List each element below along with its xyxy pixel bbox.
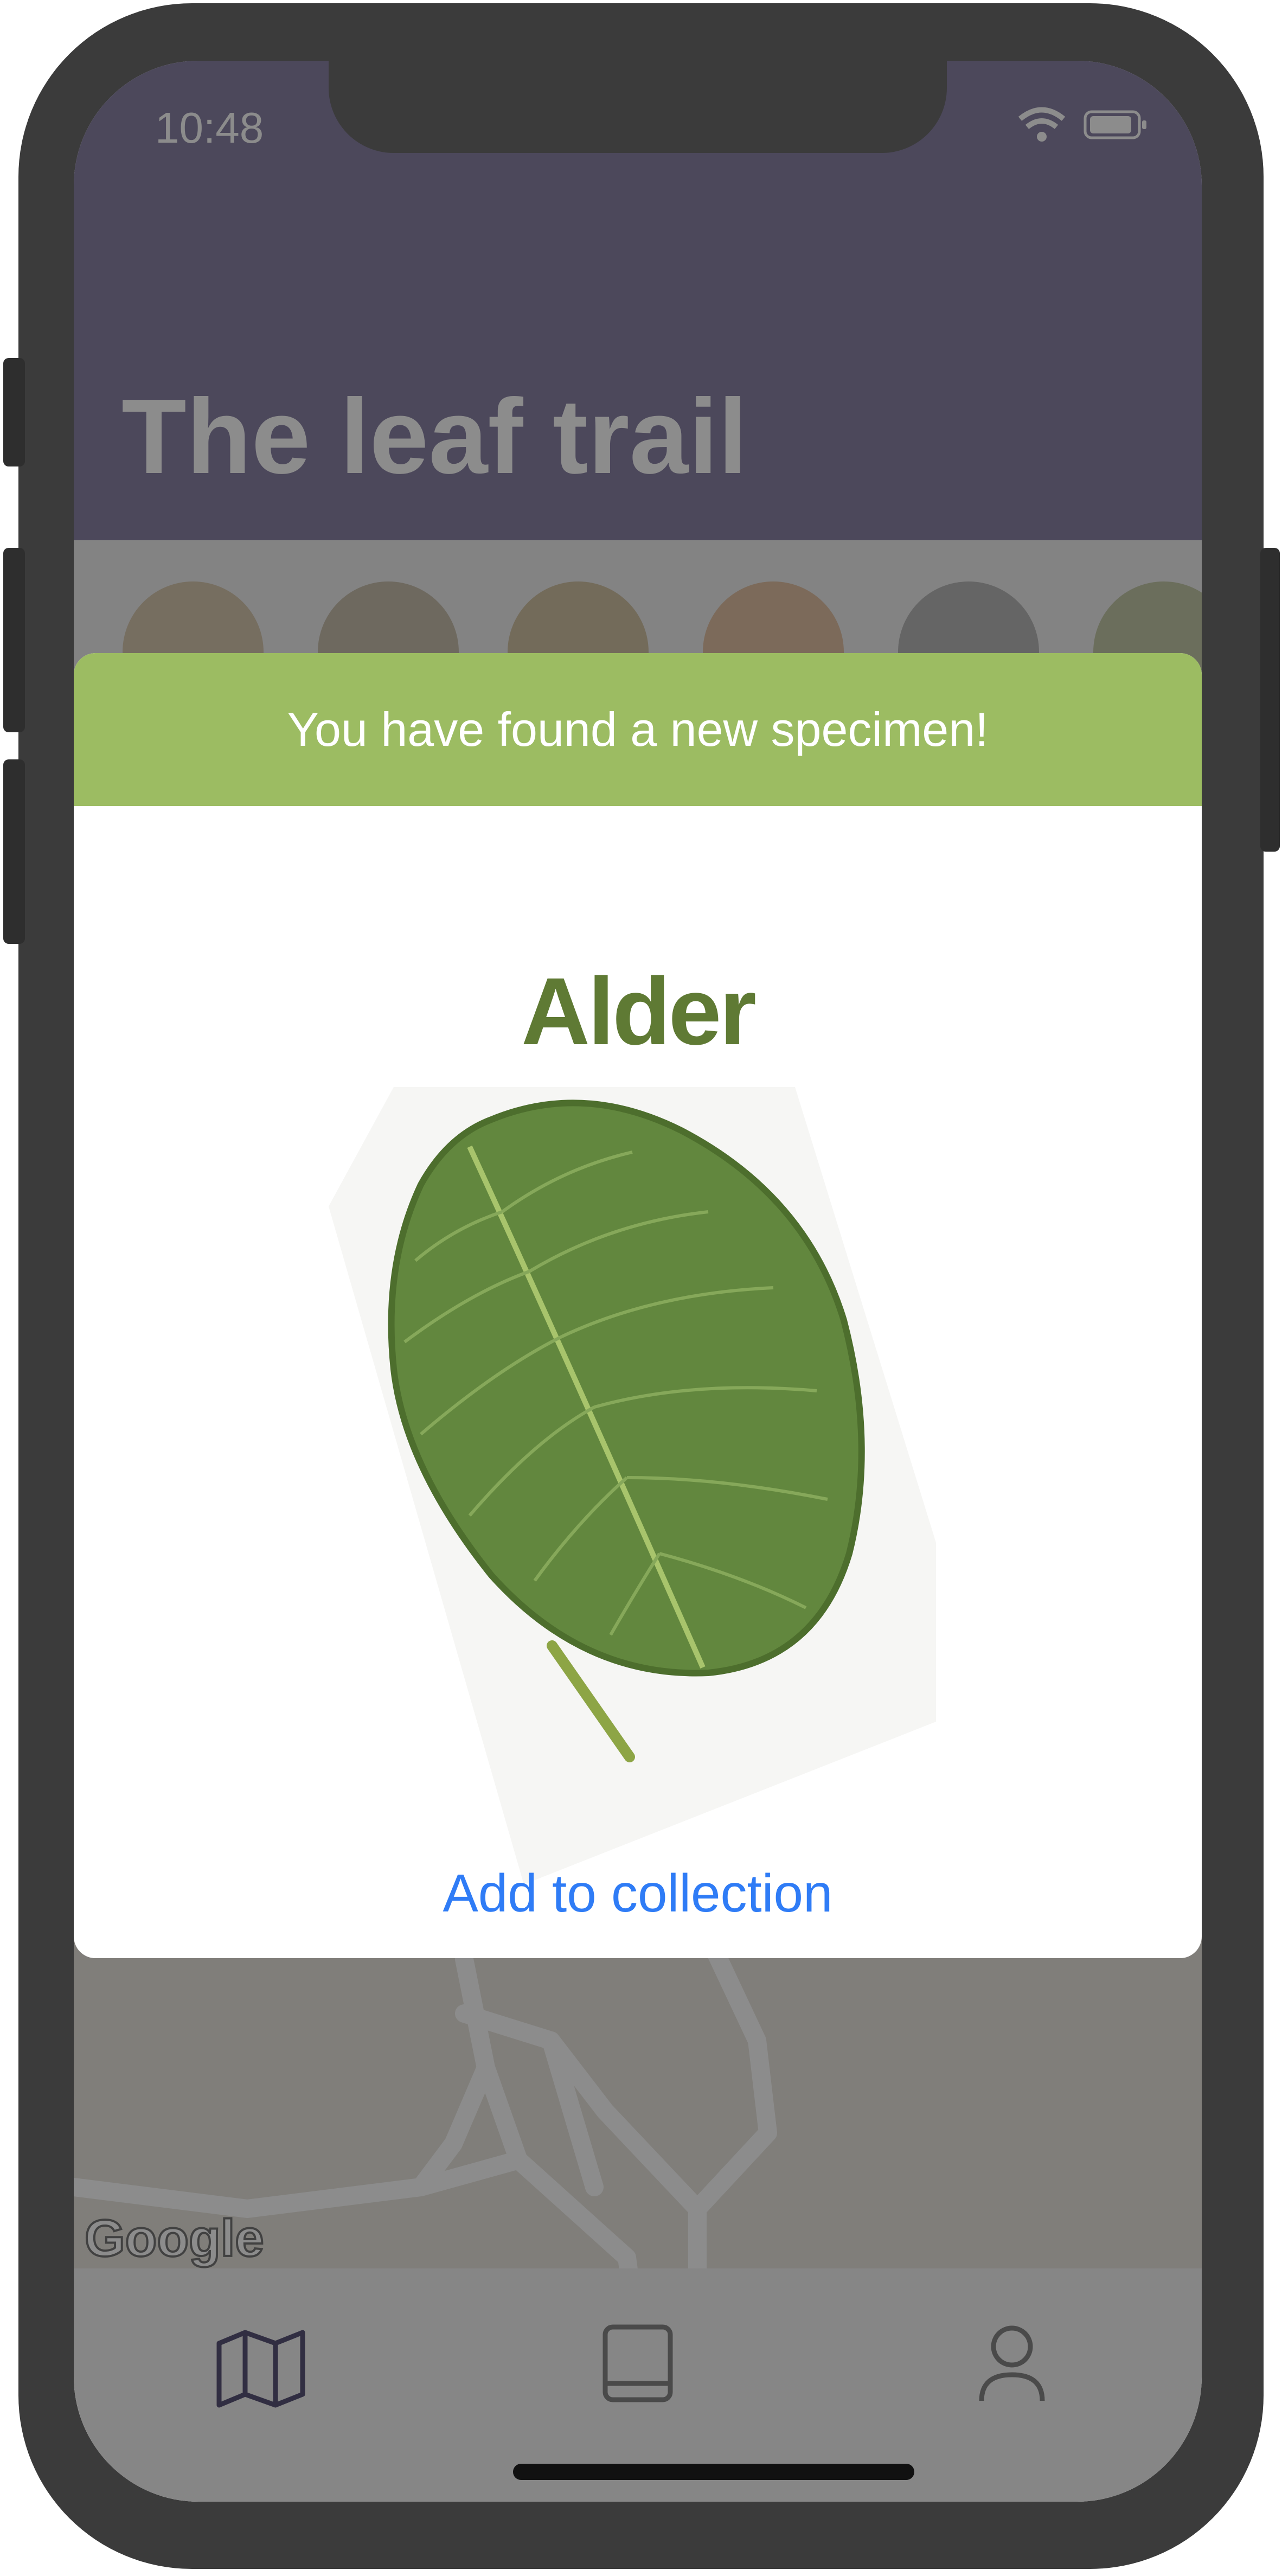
screen: 10:48 The leaf trail Google You have fou… — [74, 61, 1202, 2502]
notch — [329, 61, 947, 153]
volume-up-button — [3, 548, 25, 732]
volume-down-button — [3, 759, 25, 944]
modal-banner: You have found a new specimen! — [74, 653, 1202, 806]
mute-switch — [3, 358, 25, 466]
home-indicator[interactable] — [513, 2464, 914, 2480]
banner-text: You have found a new specimen! — [287, 702, 989, 756]
leaf-image — [329, 1087, 936, 1901]
add-to-collection-button[interactable]: Add to collection — [74, 1863, 1202, 1924]
species-name: Alder — [521, 958, 757, 1065]
power-button — [1260, 548, 1280, 852]
specimen-modal: You have found a new specimen! Alder Add… — [74, 653, 1202, 1958]
